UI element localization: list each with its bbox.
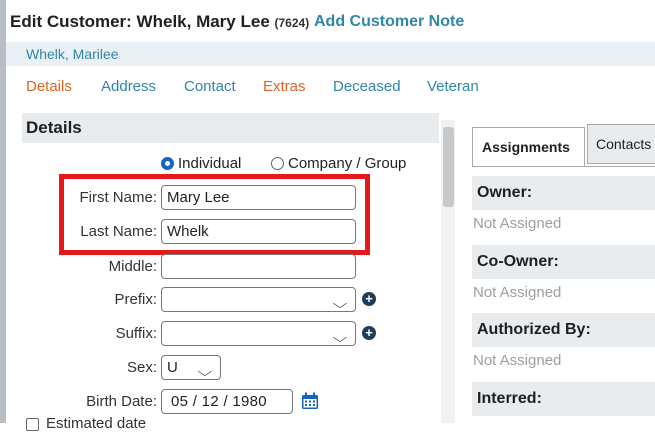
customer-name-link[interactable]: Whelk, Marilee: [26, 46, 119, 62]
birth-date-label: Birth Date:: [86, 393, 157, 410]
page-title: Edit Customer: Whelk, Mary Lee (7624): [10, 12, 309, 32]
interred-header: Interred:: [472, 382, 655, 416]
tab-address[interactable]: Address: [101, 78, 156, 95]
owner-title: Owner:: [477, 184, 533, 201]
tab-assignments[interactable]: Assignments: [472, 127, 585, 167]
add-customer-note-link[interactable]: Add Customer Note: [314, 13, 464, 31]
tab-assignments-label: Assignments: [482, 139, 570, 155]
estimated-date-label: Estimated date: [46, 415, 147, 432]
highlight-box: [59, 174, 370, 255]
tab-extras[interactable]: Extras: [263, 78, 306, 95]
middle-field[interactable]: [161, 254, 356, 279]
add-prefix-plus-icon[interactable]: +: [362, 292, 376, 306]
scrollbar-thumb[interactable]: [443, 127, 454, 207]
chevron-down-icon: ⌵: [197, 364, 213, 379]
sex-label: Sex:: [126, 359, 157, 376]
tab-contacts[interactable]: Contacts: [587, 124, 655, 164]
tab-veteran[interactable]: Veteran: [427, 78, 479, 95]
radio-unchecked-icon[interactable]: [271, 157, 284, 170]
sex-value: U: [167, 359, 178, 376]
co-owner-value: Not Assigned: [473, 284, 562, 301]
co-owner-header: Co-Owner:: [472, 245, 655, 279]
radio-company-group[interactable]: Company / Group: [271, 155, 406, 172]
suffix-select[interactable]: ⌵: [161, 321, 356, 346]
owner-value: Not Assigned: [473, 215, 562, 232]
customer-id: (7624): [274, 16, 310, 30]
birth-date-field[interactable]: 05 / 12 / 1980: [161, 389, 293, 414]
tab-details[interactable]: Details: [26, 78, 72, 95]
add-suffix-plus-icon[interactable]: +: [362, 326, 376, 340]
prefix-select[interactable]: ⌵: [161, 287, 356, 312]
details-section-header: Details: [22, 113, 439, 143]
sex-select[interactable]: U ⌵: [161, 355, 221, 380]
subtitle-bar: Whelk, Marilee: [6, 42, 655, 66]
authorized-by-header: Authorized By:: [472, 313, 655, 347]
suffix-label: Suffix:: [115, 325, 157, 342]
middle-label: Middle:: [108, 258, 157, 275]
estimated-date-checkbox[interactable]: [26, 418, 39, 431]
interred-title: Interred:: [477, 390, 542, 407]
owner-header: Owner:: [472, 176, 655, 210]
tab-deceased[interactable]: Deceased: [333, 78, 401, 95]
prefix-label: Prefix:: [114, 291, 157, 308]
chevron-down-icon: ⌵: [332, 296, 348, 311]
calendar-icon[interactable]: [301, 392, 319, 410]
page-title-text: Edit Customer: Whelk, Mary Lee: [10, 12, 270, 31]
authorized-by-title: Authorized By:: [477, 321, 591, 338]
radio-individual[interactable]: Individual: [161, 155, 241, 172]
title-bar: Edit Customer: Whelk, Mary Lee (7624) Ad…: [6, 0, 655, 42]
tab-divider: [472, 166, 655, 167]
details-section-title: Details: [26, 118, 82, 137]
chevron-down-icon: ⌵: [332, 330, 348, 345]
tab-contact[interactable]: Contact: [184, 78, 236, 95]
tab-contacts-label: Contacts: [596, 136, 652, 152]
radio-checked-icon[interactable]: [161, 157, 174, 170]
co-owner-title: Co-Owner:: [477, 253, 559, 270]
radio-company-label: Company / Group: [288, 155, 407, 172]
radio-individual-label: Individual: [178, 155, 242, 172]
authorized-by-value: Not Assigned: [473, 352, 562, 369]
